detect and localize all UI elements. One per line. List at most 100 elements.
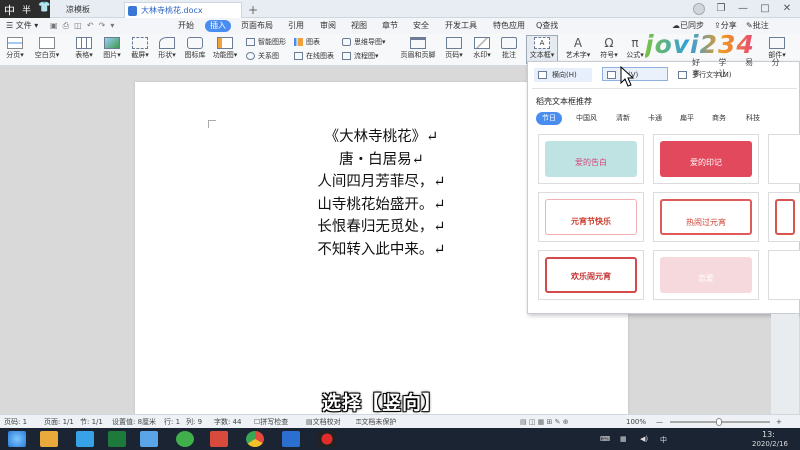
template-card[interactable]: 元宵节快乐 — [538, 192, 644, 242]
clock-time[interactable]: 13: — [762, 430, 775, 439]
mind-map-button[interactable]: 思维导图▾ — [342, 37, 386, 47]
tab-document[interactable]: 大林寺桃花.docx — [124, 2, 242, 18]
close-button[interactable]: ✕ — [776, 0, 798, 18]
network-icon[interactable]: ▦ — [620, 435, 627, 443]
screen-recorder-icon[interactable] — [318, 431, 336, 447]
view-mode-icons[interactable]: ▤ ◫ ▦ ⊞ ✎ ⊕ — [520, 417, 569, 427]
column-status[interactable]: 列: 9 — [186, 417, 202, 427]
redo-icon[interactable]: ↷ — [99, 21, 106, 30]
page-number-status[interactable]: 页码: 1 — [4, 417, 27, 427]
zoom-slider[interactable] — [670, 418, 770, 426]
preview-icon[interactable]: ◫ — [74, 21, 82, 30]
menu-home[interactable]: 开始 — [178, 20, 194, 32]
ime-shirt-icon[interactable]: 👕 — [38, 2, 50, 13]
flow-chart-button[interactable]: 流程图▾ — [342, 51, 379, 61]
shape-button[interactable]: 形状▾ — [155, 37, 179, 60]
clock-date[interactable]: 2020/2/16 — [752, 440, 788, 448]
annotation-button[interactable]: 批注 — [498, 37, 520, 60]
cloud-drive-icon[interactable] — [140, 431, 158, 447]
menu-developer[interactable]: 开发工具 — [445, 20, 477, 32]
category-flat[interactable]: 扁平 — [680, 112, 694, 125]
pdf-reader-icon[interactable] — [282, 431, 300, 447]
menu-references[interactable]: 引用 — [288, 20, 304, 32]
quick-access-toolbar[interactable]: ▣ ⎙ ◫ ↶ ↷ ▾ — [50, 20, 114, 32]
category-cartoon[interactable]: 卡通 — [648, 112, 662, 125]
template-card[interactable] — [768, 134, 800, 184]
search-button[interactable]: Q查找 — [536, 20, 596, 32]
category-tech[interactable]: 科技 — [746, 112, 760, 125]
zoom-level[interactable]: 100% — [626, 417, 646, 427]
template-card[interactable]: 恋爱 — [653, 250, 759, 300]
picture-button[interactable]: 图片▾ — [100, 37, 124, 60]
page-break-button[interactable]: 分页▾ — [4, 37, 26, 60]
section-status[interactable]: 节: 1/1 — [80, 417, 103, 427]
restore-button[interactable]: ❐ — [710, 0, 732, 18]
formula-button[interactable]: π 公式▾ — [623, 37, 647, 60]
template-card[interactable]: 欢乐闹元宵 — [538, 250, 644, 300]
spell-check[interactable]: ☐拼写检查 — [254, 417, 288, 427]
menu-insert[interactable]: 插入 — [205, 20, 231, 32]
blank-page-button[interactable]: 空白页▾ — [32, 37, 62, 60]
textbox-horizontal-option[interactable]: 横向(H) — [534, 68, 592, 82]
keyboard-icon[interactable]: ⌨ — [600, 435, 610, 443]
menu-special[interactable]: 特色应用 — [493, 20, 525, 32]
minimize-button[interactable]: — — [732, 0, 754, 18]
category-festival[interactable]: 节日 — [536, 112, 562, 125]
watermark-button[interactable]: 水印▾ — [470, 37, 494, 60]
save-icon[interactable]: ▣ — [50, 21, 58, 30]
template-card[interactable]: 热闹过元宵 — [653, 192, 759, 242]
menu-file[interactable]: ☰ 文件 ▾ — [6, 20, 38, 32]
category-business[interactable]: 商务 — [712, 112, 726, 125]
undo-icon[interactable]: ↶ — [87, 21, 94, 30]
avatar[interactable] — [693, 3, 705, 15]
screenshot-button[interactable]: 截屏▾ — [128, 37, 152, 60]
more-icon[interactable]: ▾ — [110, 21, 114, 30]
excel-icon[interactable] — [108, 431, 126, 447]
print-icon[interactable]: ⎙ — [63, 21, 69, 30]
pages-status[interactable]: 页面: 1/1 — [44, 417, 74, 427]
menu-chapter[interactable]: 章节 — [382, 20, 398, 32]
file-explorer-icon[interactable] — [40, 431, 58, 447]
tab-template[interactable]: 凉模板 — [50, 2, 120, 18]
function-chart-button[interactable]: 功能图▾ — [211, 37, 239, 60]
art-text-button[interactable]: A 艺术字▾ — [563, 37, 593, 60]
table-button[interactable]: 表格▾ — [72, 37, 96, 60]
menu-security[interactable]: 安全 — [413, 20, 429, 32]
protect-status[interactable]: ⚿文档未保护 — [356, 417, 396, 427]
header-footer-button[interactable]: 页眉和页脚 — [398, 37, 438, 60]
zoom-out-button[interactable]: — — [656, 417, 663, 427]
ime-toolbar[interactable]: 中 半 👕 — [0, 0, 50, 18]
zoom-in-button[interactable]: + — [776, 417, 782, 427]
360-browser-icon[interactable] — [176, 431, 194, 447]
category-chinese-style[interactable]: 中国风 — [576, 112, 597, 125]
menu-page-layout[interactable]: 页面布局 — [241, 20, 273, 32]
volume-icon[interactable]: ◀) — [640, 435, 648, 443]
maximize-button[interactable]: □ — [754, 0, 776, 18]
template-card[interactable] — [768, 192, 800, 242]
wps-icon[interactable] — [210, 431, 228, 447]
ime-tray-icon[interactable]: 中 — [660, 435, 667, 445]
start-button[interactable] — [8, 431, 26, 447]
menu-review[interactable]: 审阅 — [320, 20, 336, 32]
zoom-slider-handle[interactable] — [716, 418, 722, 426]
setting-status[interactable]: 设置值: 8厘米 — [112, 417, 156, 427]
template-card[interactable]: 爱的告白 — [538, 134, 644, 184]
chart-button[interactable]: 图表 — [294, 37, 320, 47]
symbol-button[interactable]: Ω 符号▾ — [597, 37, 621, 60]
proofread[interactable]: ▤文档校对 — [306, 417, 341, 427]
category-fresh[interactable]: 清新 — [616, 112, 630, 125]
smart-shape-button[interactable]: 智能图形 — [246, 37, 286, 47]
menu-view[interactable]: 视图 — [351, 20, 367, 32]
ime-mode-icon[interactable]: 中 — [4, 2, 15, 18]
template-card[interactable]: 爱的印记 — [653, 134, 759, 184]
textbox-button[interactable]: A 文本框▾ — [526, 35, 558, 64]
template-card[interactable] — [768, 250, 800, 300]
online-chart-button[interactable]: 在线图表 — [294, 51, 334, 61]
new-tab-button[interactable]: + — [248, 3, 258, 17]
ime-halfwidth-icon[interactable]: 半 — [22, 3, 31, 16]
word-count[interactable]: 字数: 44 — [214, 417, 242, 427]
relation-chart-button[interactable]: 关系图 — [246, 51, 279, 61]
icon-library-button[interactable]: 图标库 — [183, 37, 207, 60]
page-number-button[interactable]: 页码▾ — [442, 37, 466, 60]
row-status[interactable]: 行: 1 — [164, 417, 180, 427]
